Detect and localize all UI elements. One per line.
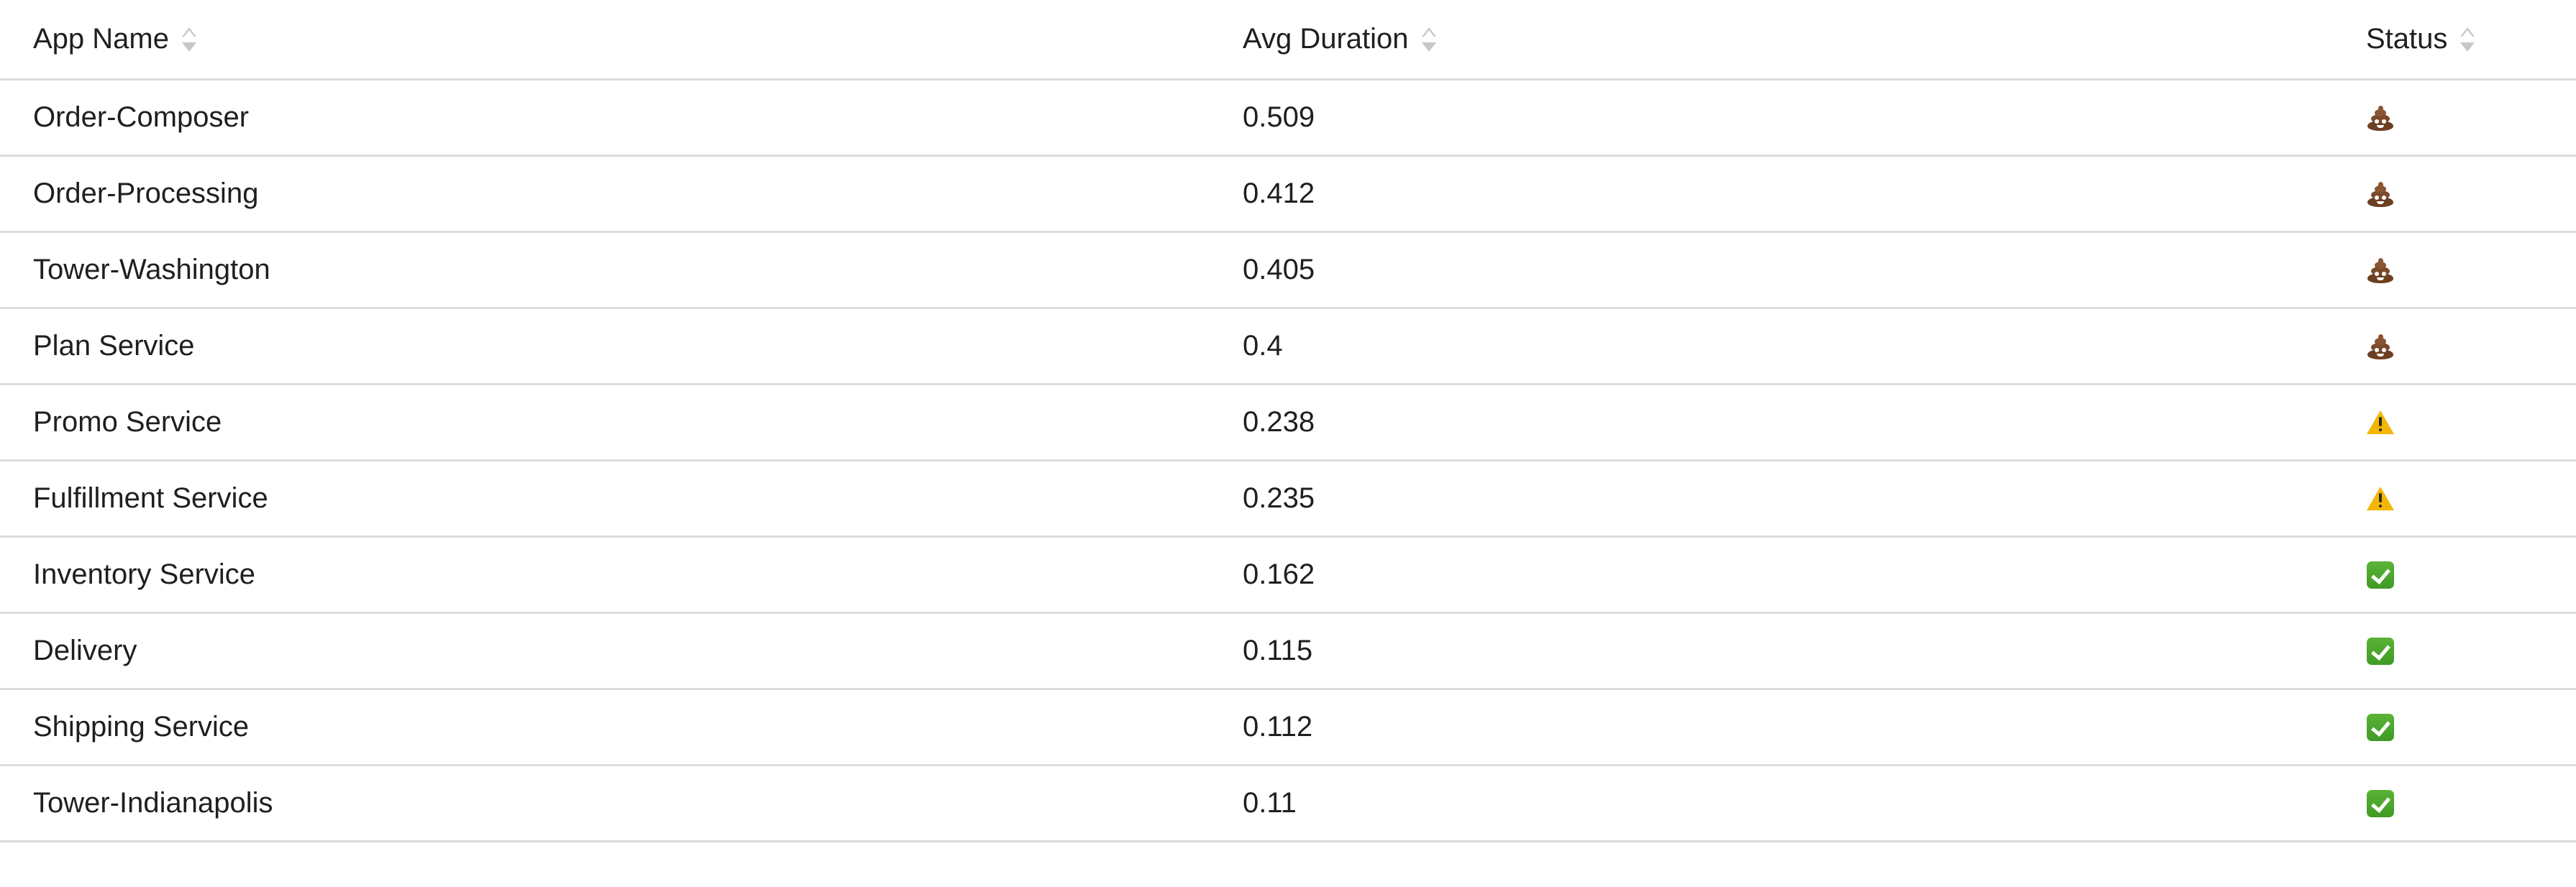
check-icon [2366, 789, 2395, 818]
status-cell [2366, 766, 2395, 840]
table-body: Order-Composer 0.509 Order-Processing 0.… [0, 81, 2576, 842]
status-cell [2366, 690, 2395, 764]
poop-icon [2366, 332, 2395, 361]
sort-icon[interactable] [2460, 25, 2475, 54]
avg-duration-cell: 0.405 [1243, 254, 1315, 285]
column-header-label: Avg Duration [1243, 23, 1409, 55]
app-name-cell: Tower-Indianapolis [33, 787, 273, 819]
avg-duration-cell: 0.4 [1243, 330, 1283, 362]
warning-icon [2366, 484, 2395, 513]
check-icon [2366, 561, 2395, 589]
app-duration-table: App Name Avg Duration Status Order-Compo… [0, 0, 2576, 842]
column-header-app-name[interactable]: App Name [33, 0, 196, 78]
status-cell [2366, 614, 2395, 688]
avg-duration-cell: 0.112 [1243, 711, 1313, 743]
avg-duration-cell: 0.238 [1243, 406, 1315, 438]
app-name-cell: Shipping Service [33, 711, 250, 743]
table-row[interactable]: Plan Service 0.4 [0, 309, 2576, 385]
column-header-avg-duration[interactable]: Avg Duration [1243, 0, 1436, 78]
table-row[interactable]: Order-Composer 0.509 [0, 81, 2576, 157]
sort-icon[interactable] [181, 25, 196, 54]
sort-icon[interactable] [1421, 25, 1436, 54]
status-cell [2366, 385, 2395, 459]
avg-duration-cell: 0.509 [1243, 101, 1315, 133]
check-icon [2366, 637, 2395, 666]
status-cell [2366, 81, 2395, 155]
app-name-cell: Delivery [33, 635, 137, 666]
table-row[interactable]: Tower-Washington 0.405 [0, 233, 2576, 309]
table-row[interactable]: Inventory Service 0.162 [0, 538, 2576, 614]
status-cell [2366, 157, 2395, 231]
column-header-status[interactable]: Status [2366, 0, 2475, 78]
status-cell [2366, 233, 2395, 307]
app-name-cell: Fulfillment Service [33, 482, 268, 514]
app-name-cell: Order-Composer [33, 101, 250, 133]
avg-duration-cell: 0.162 [1243, 559, 1315, 590]
avg-duration-cell: 0.235 [1243, 482, 1315, 514]
poop-icon [2366, 180, 2395, 208]
app-name-cell: Order-Processing [33, 178, 259, 209]
column-header-label: Status [2366, 23, 2448, 55]
status-cell [2366, 461, 2395, 536]
table-row[interactable]: Shipping Service 0.112 [0, 690, 2576, 766]
app-name-cell: Promo Service [33, 406, 222, 438]
status-cell [2366, 309, 2395, 383]
check-icon [2366, 713, 2395, 742]
avg-duration-cell: 0.11 [1243, 787, 1297, 819]
avg-duration-cell: 0.412 [1243, 178, 1315, 209]
table-header-row: App Name Avg Duration Status [0, 0, 2576, 81]
avg-duration-cell: 0.115 [1243, 635, 1313, 666]
poop-icon [2366, 256, 2395, 285]
app-name-cell: Plan Service [33, 330, 195, 362]
table-row[interactable]: Order-Processing 0.412 [0, 157, 2576, 233]
table-row[interactable]: Fulfillment Service 0.235 [0, 461, 2576, 538]
app-name-cell: Tower-Washington [33, 254, 270, 285]
status-cell [2366, 538, 2395, 612]
warning-icon [2366, 408, 2395, 437]
app-name-cell: Inventory Service [33, 559, 256, 590]
table-row[interactable]: Tower-Indianapolis 0.11 [0, 766, 2576, 842]
column-header-label: App Name [33, 23, 169, 55]
table-row[interactable]: Promo Service 0.238 [0, 385, 2576, 461]
poop-icon [2366, 104, 2395, 132]
table-row[interactable]: Delivery 0.115 [0, 614, 2576, 690]
